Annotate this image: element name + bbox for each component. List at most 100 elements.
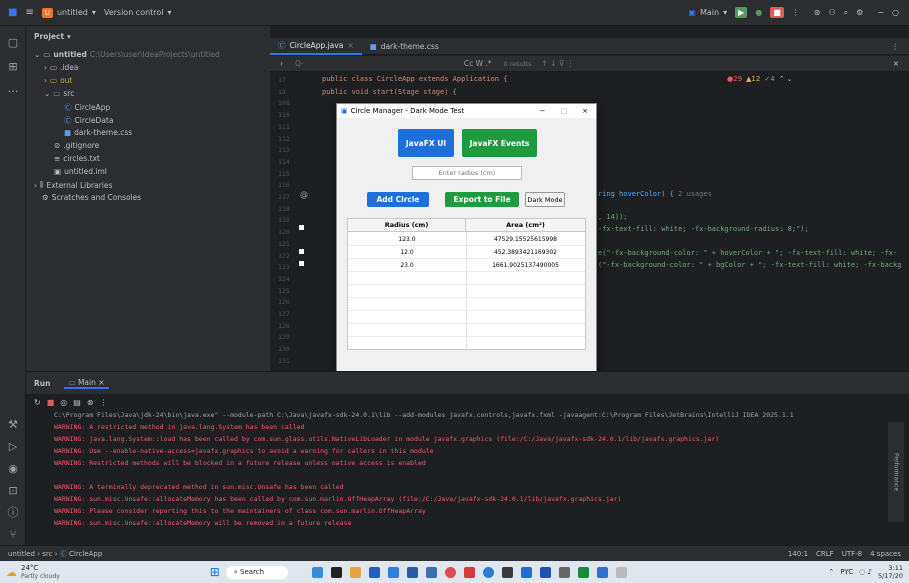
- project-panel-title[interactable]: Project ▾: [34, 32, 71, 41]
- settings-icon[interactable]: ⚙: [856, 8, 863, 17]
- app-icon[interactable]: [616, 566, 628, 578]
- color-swatch-icon[interactable]: [299, 261, 304, 266]
- tray-chevron-icon[interactable]: ⌃: [828, 568, 834, 576]
- table-cell[interactable]: 123.0: [348, 233, 466, 245]
- intellij-icon[interactable]: [540, 566, 552, 578]
- services-icon[interactable]: ◉: [6, 462, 20, 476]
- more-tools-icon[interactable]: …: [6, 82, 20, 96]
- dialog-maximize-icon[interactable]: □: [561, 107, 568, 115]
- tab-dark-theme[interactable]: ■ dark-theme.css: [362, 38, 447, 55]
- tab-actions-icon[interactable]: ⋮: [892, 42, 900, 51]
- ai-assistant-icon[interactable]: ⊛: [814, 8, 821, 17]
- app-icon[interactable]: [388, 566, 400, 578]
- main-menu-icon[interactable]: ≡: [25, 7, 33, 18]
- stop-button[interactable]: ■: [770, 7, 784, 18]
- app-icon[interactable]: [597, 566, 609, 578]
- taskbar-search[interactable]: ⌕ Search: [225, 565, 289, 579]
- close-window-icon[interactable]: ○: [892, 8, 899, 17]
- tree-item-iml[interactable]: ▣ untitled.iml: [54, 167, 107, 176]
- find-nav-icons[interactable]: ↑ ↓ ⊽ ⋮: [542, 59, 575, 68]
- pin-icon[interactable]: ⊗: [87, 398, 94, 407]
- more-icon[interactable]: ⋮: [100, 398, 108, 407]
- weather-icon[interactable]: ☁: [6, 566, 17, 579]
- expand-replace-icon[interactable]: ›: [280, 59, 283, 68]
- debug-icon[interactable]: ●: [755, 8, 762, 17]
- tree-item-css[interactable]: ■ dark-theme.css: [64, 128, 132, 137]
- app-icon[interactable]: [559, 566, 571, 578]
- hammer-icon[interactable]: ⚒: [6, 418, 20, 432]
- structure-tool-icon[interactable]: ⊞: [6, 60, 20, 74]
- clock[interactable]: 3:11 5/17/20: [878, 564, 903, 580]
- files-icon[interactable]: [350, 566, 362, 578]
- app-icon[interactable]: [502, 566, 514, 578]
- run-tab-title[interactable]: Run: [34, 379, 50, 388]
- app-logo-icon[interactable]: ■: [8, 7, 17, 18]
- find-input[interactable]: Q-: [295, 59, 304, 68]
- override-gutter-icon[interactable]: @: [300, 190, 308, 199]
- table-cell[interactable]: 23.0: [348, 259, 466, 271]
- run-tool-icon[interactable]: ▷: [6, 440, 20, 454]
- tree-item-circledata[interactable]: Ⓒ CircleData: [64, 115, 113, 126]
- project-switcher[interactable]: Uuntitled ▾: [41, 7, 96, 18]
- app-icon[interactable]: [521, 566, 533, 578]
- app-icon[interactable]: [464, 566, 476, 578]
- chrome-icon[interactable]: [445, 566, 457, 578]
- file-encoding[interactable]: UTF-8: [842, 550, 862, 558]
- find-options[interactable]: Cc W .*: [464, 59, 492, 68]
- search-everywhere-icon[interactable]: ⌕: [844, 8, 848, 18]
- dialog-minimize-icon[interactable]: −: [540, 107, 546, 115]
- problems-icon[interactable]: ⓘ: [6, 506, 20, 520]
- table-cell[interactable]: 47529.15525615998: [466, 233, 585, 245]
- run-button[interactable]: ▶: [735, 7, 748, 18]
- start-icon[interactable]: ⊞: [210, 565, 220, 579]
- task-view-icon[interactable]: [331, 566, 343, 578]
- run-config-tab[interactable]: ▭ Main ×: [64, 378, 109, 389]
- tree-item-gitignore[interactable]: ⊘ .gitignore: [54, 141, 99, 150]
- circles-table[interactable]: Radius (cm) Area (cm²) 123.0 47529.15525…: [347, 218, 586, 350]
- tree-item-idea[interactable]: › ▭ .idea: [44, 63, 79, 72]
- table-cell[interactable]: 1661.9025137490005: [466, 259, 585, 271]
- edge-icon[interactable]: [483, 566, 495, 578]
- project-tool-icon[interactable]: ▢: [6, 36, 20, 50]
- tree-item-src[interactable]: ⌄ ▭ src: [44, 89, 74, 98]
- git-icon[interactable]: ⑂: [6, 528, 20, 542]
- app-icon[interactable]: [578, 566, 590, 578]
- tab-circleapp[interactable]: Ⓒ CircleApp.java ×: [270, 38, 362, 55]
- table-cell[interactable]: 452.3893421169302: [466, 246, 585, 258]
- close-find-icon[interactable]: ×: [893, 59, 899, 68]
- dialog-close-icon[interactable]: ×: [582, 107, 588, 115]
- run-config-selector[interactable]: ▣ Main ▾: [688, 8, 727, 17]
- app-icon[interactable]: [426, 566, 438, 578]
- layout-icon[interactable]: ▤: [73, 398, 81, 407]
- network-volume-icon[interactable]: ◌ ♪: [859, 568, 872, 576]
- tree-item-circleapp[interactable]: Ⓒ CircleApp: [64, 102, 110, 113]
- tree-item-root[interactable]: ⌄ ▭ untitled C:\Users\user\IdeaProjects\u…: [34, 50, 220, 59]
- tree-item-out[interactable]: › ▭ out: [44, 76, 72, 85]
- breadcrumb[interactable]: untitled › src › Ⓒ CircleApp: [8, 549, 102, 559]
- terminal-icon[interactable]: ⊡: [6, 484, 20, 498]
- minimize-icon[interactable]: −: [877, 8, 884, 17]
- radius-input[interactable]: [412, 166, 522, 180]
- weather-widget[interactable]: 24°C Partly cloudy: [21, 564, 60, 581]
- add-circle-button[interactable]: Add Circle: [367, 192, 429, 207]
- indent-setting[interactable]: 4 spaces: [870, 550, 901, 558]
- column-header-area[interactable]: Area (cm²): [466, 219, 585, 232]
- javafx-ui-button[interactable]: JavaFX UI: [398, 129, 454, 157]
- export-button[interactable]: Export to File: [445, 192, 519, 207]
- tree-item-scratches[interactable]: ⚙ Scratches and Consoles: [42, 193, 141, 202]
- vcs-menu[interactable]: Version control ▾: [104, 8, 172, 17]
- dark-mode-button[interactable]: Dark Mode: [525, 192, 565, 207]
- caret-position[interactable]: 140:1: [788, 550, 808, 558]
- stop-icon[interactable]: ■: [47, 398, 55, 407]
- close-tab-icon[interactable]: ×: [347, 41, 353, 50]
- javafx-events-button[interactable]: JavaFX Events: [462, 129, 537, 157]
- line-ending[interactable]: CRLF: [816, 550, 834, 558]
- tree-item-external-libs[interactable]: › ⫼ External Libraries: [34, 180, 112, 190]
- collab-icon[interactable]: ⚇: [828, 8, 835, 17]
- performance-side-tab[interactable]: Performance: [888, 422, 904, 522]
- camera-icon[interactable]: ◎: [60, 398, 67, 407]
- store-icon[interactable]: [369, 566, 381, 578]
- rerun-icon[interactable]: ↻: [34, 398, 41, 407]
- tree-item-circles-txt[interactable]: ≡ circles.txt: [54, 154, 100, 163]
- column-header-radius[interactable]: Radius (cm): [348, 219, 466, 232]
